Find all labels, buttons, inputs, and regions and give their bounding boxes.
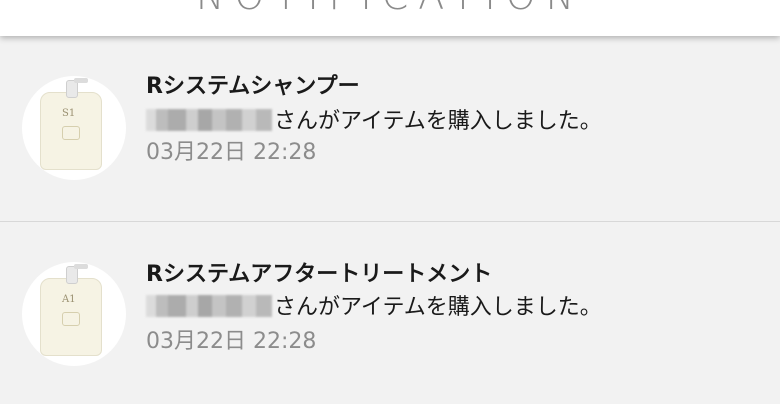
product-code-label: S1 <box>62 108 76 119</box>
product-thumbnail: A1 <box>22 262 126 366</box>
blurred-username <box>146 295 272 317</box>
message-text: さんがアイテムを購入しました。 <box>274 295 602 320</box>
honeycomb-logo-icon <box>62 312 80 326</box>
blurred-username <box>146 109 272 131</box>
notification-message: さんがアイテムを購入しました。 <box>146 107 602 137</box>
pump-head-shape <box>74 264 88 269</box>
notification-item[interactable]: S1 Rシステムシャンプー さんがアイテムを購入しました。 03月22日 22:… <box>0 36 780 222</box>
page-title: NOTIFICATION <box>0 0 780 20</box>
notification-timestamp: 03月22日 22:28 <box>146 329 317 354</box>
notification-item[interactable]: A1 Rシステムアフタートリートメント さんがアイテムを購入しました。 03月2… <box>0 222 780 404</box>
notification-list: S1 Rシステムシャンプー さんがアイテムを購入しました。 03月22日 22:… <box>0 36 780 404</box>
notification-timestamp: 03月22日 22:28 <box>146 140 317 165</box>
header-bar: NOTIFICATION <box>0 0 780 36</box>
product-name: Rシステムアフタートリートメント <box>146 262 493 287</box>
pump-head-shape <box>74 78 88 83</box>
product-code-label: A1 <box>62 294 76 305</box>
product-name: Rシステムシャンプー <box>146 74 360 99</box>
honeycomb-logo-icon <box>62 126 80 140</box>
notification-message: さんがアイテムを購入しました。 <box>146 293 602 323</box>
product-thumbnail: S1 <box>22 76 126 180</box>
message-text: さんがアイテムを購入しました。 <box>274 109 602 134</box>
